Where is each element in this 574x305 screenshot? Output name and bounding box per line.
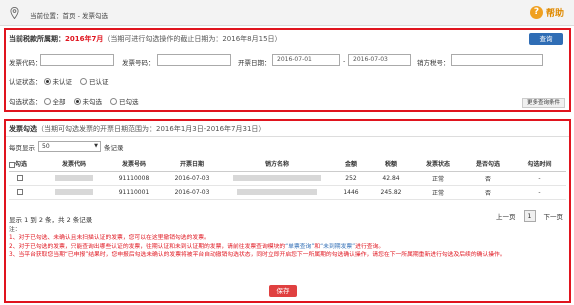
col-invoice-code: 发票代码: [43, 157, 105, 172]
period-value: 2016年7月: [65, 35, 104, 43]
tax-cell: 245.82: [369, 185, 413, 200]
list-header: 发票勾选（当期可勾选发票的开票日期范围为：2016年1月3日-2016年7月31…: [6, 121, 569, 137]
is-checked-cell: 否: [463, 185, 513, 200]
issue-date-label: 开票日期：: [238, 59, 271, 67]
invoice-table: 勾选 发票代码 发票号码 开票日期 销方名称 金额 税额 发票状态 是否勾选 勾…: [9, 157, 566, 200]
note-2-text: 2、对于已勾选的发票，只能查询出哪些认证的发票，往期认证和未到认证期的发票，请前…: [9, 243, 286, 250]
auth-status-label: 认证状态：: [9, 78, 42, 86]
col-invoice-number: 发票号码: [105, 157, 163, 172]
check-time-cell: -: [513, 171, 566, 186]
next-page-link[interactable]: 下一页: [544, 211, 564, 221]
tax-cell: 42.84: [369, 171, 413, 186]
status-cell: 正常: [413, 185, 463, 200]
date-to-input[interactable]: 2016-07-03: [348, 54, 411, 66]
row-checkbox[interactable]: [17, 175, 23, 181]
auth-option-label: 未认证: [52, 78, 73, 86]
invoice-number-cell: 91110001: [105, 185, 163, 200]
per-page-prefix: 每页显示: [9, 143, 35, 152]
page-1-button[interactable]: 1: [523, 210, 536, 222]
table-header-row: 勾选 发票代码 发票号码 开票日期 销方名称 金额 税额 发票状态 是否勾选 勾…: [9, 157, 566, 172]
col-select-label: 勾选: [15, 161, 28, 169]
auth-radio-unauthenticated[interactable]: [43, 77, 51, 85]
table-row[interactable]: 91110001 2016-07-03 1446 245.82 正常 否 -: [9, 185, 566, 200]
amount-cell: 1446: [333, 185, 369, 200]
invoice-number-label: 发票号码：: [122, 59, 155, 67]
check-time-cell: -: [513, 185, 566, 200]
auth-option-label: 已认证: [89, 78, 109, 86]
col-check-time: 勾选时间: [513, 157, 566, 172]
save-button[interactable]: 保存: [269, 285, 297, 297]
seller-tax-input[interactable]: [451, 54, 543, 66]
seller-tax-label: 销方税号：: [417, 59, 450, 67]
col-amount: 金额: [333, 157, 369, 172]
date-from-input[interactable]: 2016-07-01: [272, 54, 340, 66]
per-page-control: 每页显示 50 条记录: [9, 141, 124, 152]
note-line-2: 2、对于已勾选的发票，只能查询出哪些认证的发票，往期认证和未到认证期的发票，请前…: [9, 243, 561, 251]
issue-date-cell: 2016-07-03: [163, 171, 221, 186]
invoice-code-cell: [43, 185, 105, 200]
notes-block: 注： 1、对于已勾选、未确认且未扫描认证的发票，您可以在这里撤销勾选的发票。 2…: [9, 226, 561, 259]
help-label: 帮助: [545, 9, 564, 19]
row-checkbox[interactable]: [17, 189, 23, 195]
date-separator: -: [343, 57, 346, 65]
redacted-seller-name: [237, 189, 317, 195]
query-button[interactable]: 查询: [529, 33, 563, 45]
col-select: 勾选: [9, 157, 43, 172]
check-status-label: 勾选状态：: [9, 98, 42, 106]
query-panel: 当前税款所属期：2016年7月（当期可进行勾选操作的截止日期为：2016年8月1…: [4, 28, 571, 112]
table-row[interactable]: 91110008 2016-07-03 252 42.84 正常 否 -: [9, 171, 566, 186]
check-radio-all[interactable]: [43, 97, 51, 105]
check-radio-checked[interactable]: [110, 97, 117, 105]
redacted-seller-name: [233, 175, 321, 181]
issue-date-cell: 2016-07-03: [163, 185, 221, 200]
period-header: 当前税款所属期：2016年7月（当期可进行勾选操作的截止日期为：2016年8月1…: [9, 34, 282, 44]
invoice-number-cell: 91110008: [105, 171, 163, 186]
note-2-end: 进行查询。: [355, 243, 385, 250]
prev-page-link[interactable]: 上一页: [496, 211, 516, 221]
check-option-label: 全部: [52, 98, 66, 106]
seller-name-cell: [221, 171, 333, 186]
list-date-range-note: （当期可勾选发票的开票日期范围为：2016年1月3日-2016年7月31日）: [37, 125, 266, 133]
col-status: 发票状态: [413, 157, 463, 172]
pagination: 上一页 1 下一页: [496, 210, 563, 222]
per-page-suffix: 条记录: [104, 143, 124, 152]
period-label: 当前税款所属期：: [9, 35, 65, 43]
period-deadline-note: （当期可进行勾选操作的截止日期为：2016年8月15日）: [103, 35, 282, 43]
per-page-select[interactable]: 50: [38, 141, 101, 152]
check-option-label: 已勾选: [119, 98, 139, 106]
status-cell: 正常: [413, 171, 463, 186]
col-issue-date: 开票日期: [163, 157, 221, 172]
redacted-invoice-code: [55, 189, 93, 195]
amount-cell: 252: [333, 171, 369, 186]
note-line-3: 3、当平台获取您当期“已申报”结果时，您申报后勾选未确认的发票将被平台自动撤销勾…: [9, 251, 506, 258]
invoice-number-input[interactable]: [157, 54, 231, 66]
invoice-list-panel: 发票勾选（当期可勾选发票的开票日期范围为：2016年1月3日-2016年7月31…: [4, 119, 571, 303]
auth-radio-authenticated[interactable]: [80, 77, 87, 85]
check-option-label: 未勾选: [82, 98, 103, 106]
is-checked-cell: 否: [463, 171, 513, 186]
breadcrumb: 当前位置：首页 - 发票勾选: [30, 12, 108, 20]
check-radio-unchecked[interactable]: [73, 97, 81, 105]
more-conditions-button[interactable]: 更多查询条件: [521, 98, 565, 108]
help-link[interactable]: ? 帮助: [529, 6, 564, 19]
location-pin-icon: [10, 7, 19, 19]
invoice-code-cell: [43, 171, 105, 186]
record-summary: 显示 1 到 2 条，共 2 条记录: [9, 216, 93, 224]
list-title: 发票勾选: [9, 125, 37, 133]
redacted-invoice-code: [55, 175, 93, 181]
col-is-checked: 是否勾选: [463, 157, 513, 172]
invoice-code-label: 发票代码：: [9, 59, 42, 67]
top-bar: 当前位置：首页 - 发票勾选 ? 帮助: [0, 0, 574, 26]
check-status-group: 勾选状态： 全部 未勾选 已勾选: [9, 96, 145, 106]
note-line-1: 1、对于已勾选、未确认且未扫描认证的发票，您可以在这里撤销勾选的发票。: [9, 235, 210, 242]
not-due-invoice-link[interactable]: “未到期发票”: [320, 244, 355, 250]
col-tax: 税额: [369, 157, 413, 172]
seller-name-cell: [221, 185, 333, 200]
auth-status-group: 认证状态： 未认证 已认证: [9, 76, 115, 86]
single-invoice-query-link[interactable]: “单票查询”: [285, 244, 314, 250]
notes-title: 注：: [9, 227, 21, 233]
help-icon: ?: [529, 6, 543, 19]
col-seller-name: 销方名称: [221, 157, 333, 172]
invoice-code-input[interactable]: [40, 54, 114, 66]
